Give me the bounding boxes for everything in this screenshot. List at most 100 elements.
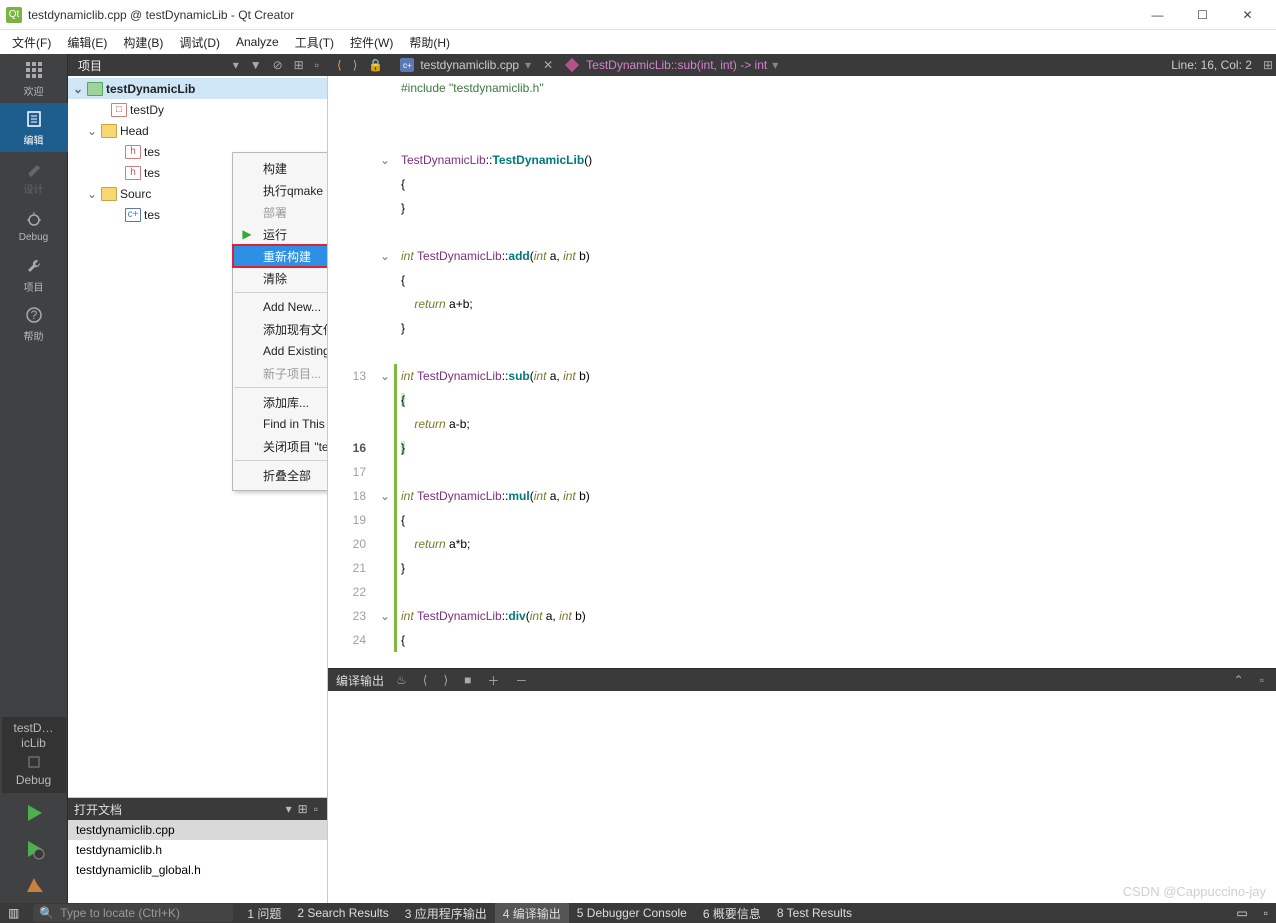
ctx-collapse-all[interactable]: 折叠全部 <box>233 464 327 486</box>
status-issues[interactable]: 1 问题 <box>239 903 289 923</box>
mode-welcome[interactable]: 欢迎 <box>0 54 68 103</box>
close-button[interactable]: ✕ <box>1225 1 1270 29</box>
status-test-results[interactable]: 8 Test Results <box>769 903 860 923</box>
status-debugger-console[interactable]: 5 Debugger Console <box>569 903 695 923</box>
build-button[interactable] <box>0 867 68 903</box>
status-progress-icon[interactable]: ▭ <box>1228 903 1255 923</box>
menu-debug[interactable]: 调试(D) <box>171 32 228 53</box>
status-search-results[interactable]: 2 Search Results <box>289 903 396 923</box>
menu-analyze[interactable]: Analyze <box>228 33 287 51</box>
filter-icon[interactable]: ▼ <box>247 58 265 72</box>
project-dropdown-icon[interactable]: ▾ <box>230 58 242 72</box>
ctx-add-directory[interactable]: Add Existing Directory... <box>233 340 327 362</box>
project-pane: ⌄ testDynamicLib □ testDy ⌄ Head h tes <box>68 76 328 903</box>
tree-root[interactable]: ⌄ testDynamicLib <box>68 78 327 99</box>
folder-icon <box>101 124 117 138</box>
mode-design[interactable]: 设计 <box>0 152 68 201</box>
play-icon: ▶ <box>239 227 255 241</box>
output-close-icon[interactable]: ▫ <box>1256 673 1268 687</box>
ctx-build[interactable]: 构建 <box>233 157 327 179</box>
output-body[interactable] <box>328 691 1276 903</box>
code-editor[interactable]: #include "testdynamiclib.h" ⌄TestDynamic… <box>328 76 1276 668</box>
add-split-icon[interactable]: ⊞ <box>291 58 307 72</box>
project-context-menu: 构建 执行qmake 部署 ▶运行 重新构建 清除 Add New... 添加现… <box>232 152 327 491</box>
docs-dropdown-icon[interactable]: ▾ <box>283 802 295 816</box>
output-up-icon[interactable]: ⌃ <box>1230 673 1248 687</box>
menu-bar: 文件(F) 编辑(E) 构建(B) 调试(D) Analyze 工具(T) 控件… <box>0 30 1276 54</box>
kit-name: testD…icLib <box>4 721 64 752</box>
output-filter-icon[interactable]: ♨ <box>392 673 411 687</box>
ctx-run-qmake[interactable]: 执行qmake <box>233 179 327 201</box>
ctx-add-existing[interactable]: 添加现有文件... <box>233 318 327 340</box>
mode-projects[interactable]: 项目 <box>0 250 68 299</box>
open-doc-item[interactable]: testdynamiclib.h <box>68 840 327 860</box>
h-file-icon: h <box>125 166 141 180</box>
output-next-icon[interactable]: ⟩ <box>439 673 452 687</box>
menu-widgets[interactable]: 控件(W) <box>342 32 401 53</box>
ctx-find-in-dir[interactable]: Find in This Directory... <box>233 413 327 435</box>
run-debug-button[interactable] <box>0 831 68 867</box>
mode-edit[interactable]: 编辑 <box>0 103 68 152</box>
open-doc-item[interactable]: testdynamiclib_global.h <box>68 860 327 880</box>
ctx-close-project[interactable]: 关闭项目 "testDynamicLib" <box>233 435 327 457</box>
status-bar: ▥ 🔍 Type to locate (Ctrl+K) 1 问题 2 Searc… <box>0 903 1276 923</box>
link-icon[interactable]: ⊘ <box>270 58 286 72</box>
status-close-icon[interactable]: ▫ <box>1256 903 1276 923</box>
compile-output-pane: 编译输出 ♨ ⟨ ⟩ ■ ＋ － ⌃ ▫ CSDN @Cappuccino-ja… <box>328 668 1276 903</box>
menu-build[interactable]: 构建(B) <box>115 32 171 53</box>
status-compile-output[interactable]: 4 编译输出 <box>495 903 569 923</box>
cpp-file-icon: c+ <box>125 208 141 222</box>
output-zoom-in-icon[interactable]: ＋ <box>483 672 503 689</box>
maximize-button[interactable]: ☐ <box>1180 1 1225 29</box>
cursor-position[interactable]: Line: 16, Col: 2 <box>1163 58 1260 72</box>
help-icon: ? <box>23 304 45 326</box>
mode-debug[interactable]: Debug <box>0 201 68 250</box>
menu-edit[interactable]: 编辑(E) <box>59 32 115 53</box>
ctx-run[interactable]: ▶运行 <box>233 223 327 245</box>
minimize-button[interactable]: — <box>1135 1 1180 29</box>
ctx-rebuild[interactable]: 重新构建 <box>233 245 327 267</box>
tree-item[interactable]: □ testDy <box>68 99 327 120</box>
edit-icon <box>23 108 45 130</box>
mode-help[interactable]: ? 帮助 <box>0 299 68 348</box>
open-doc-item[interactable]: testdynamiclib.cpp <box>68 820 327 840</box>
tab-close-icon[interactable]: ✕ <box>539 58 557 72</box>
ctx-add-new[interactable]: Add New... <box>233 296 327 318</box>
editor-file-tab[interactable]: c+ testdynamiclib.cpp ▾ <box>392 58 539 72</box>
run-button[interactable] <box>0 795 68 831</box>
split-icon[interactable]: ⊞ <box>1260 58 1276 72</box>
status-app-output[interactable]: 3 应用程序输出 <box>397 903 495 923</box>
menu-file[interactable]: 文件(F) <box>4 32 59 53</box>
output-prev-icon[interactable]: ⟨ <box>419 673 432 687</box>
ctx-new-subproject: 新子项目... <box>233 362 327 384</box>
docs-close-icon[interactable]: ▫ <box>311 802 321 816</box>
folder-icon <box>101 187 117 201</box>
symbol-label[interactable]: TestDynamicLib::sub(int, int) -> int <box>586 58 767 72</box>
tree-headers[interactable]: ⌄ Head <box>68 120 327 141</box>
output-stop-icon[interactable]: ■ <box>460 673 475 687</box>
docs-split-icon[interactable]: ⊞ <box>295 802 311 816</box>
svg-text:?: ? <box>30 308 37 322</box>
ctx-add-library[interactable]: 添加库... <box>233 391 327 413</box>
nav-fwd-icon[interactable]: ⟩ <box>350 58 361 72</box>
open-docs-title: 打开文档 <box>74 801 283 818</box>
menu-tools[interactable]: 工具(T) <box>287 32 342 53</box>
lock-icon[interactable]: 🔒 <box>365 58 386 72</box>
ctx-clean[interactable]: 清除 <box>233 267 327 289</box>
menu-help[interactable]: 帮助(H) <box>401 32 458 53</box>
output-zoom-out-icon[interactable]: － <box>511 672 531 689</box>
nav-back-icon[interactable]: ⟨ <box>334 58 345 72</box>
open-documents-pane: 打开文档 ▾ ⊞ ▫ testdynamiclib.cpp testdynami… <box>68 797 327 903</box>
app-icon: Qt <box>6 7 22 23</box>
status-general-messages[interactable]: 6 概要信息 <box>695 903 769 923</box>
toggle-sidebar-icon[interactable]: ▥ <box>0 903 27 923</box>
locator-input[interactable]: 🔍 Type to locate (Ctrl+K) <box>33 904 233 922</box>
kit-selector[interactable]: testD…icLib Debug <box>2 717 66 793</box>
project-tree[interactable]: ⌄ testDynamicLib □ testDy ⌄ Head h tes <box>68 76 327 797</box>
pro-file-icon: □ <box>111 103 127 117</box>
editor-file-name: testdynamiclib.cpp <box>420 58 519 72</box>
close-pane-icon[interactable]: ▫ <box>312 58 322 72</box>
top-toolbar: 项目 ▾ ▼ ⊘ ⊞ ▫ ⟨ ⟩ 🔒 c+ testdynamiclib.cpp… <box>68 54 1276 76</box>
h-file-icon: h <box>125 145 141 159</box>
mode-sidebar: 欢迎 编辑 设计 Debug 项目 ? 帮助 testD…icLib Debug <box>0 54 68 903</box>
